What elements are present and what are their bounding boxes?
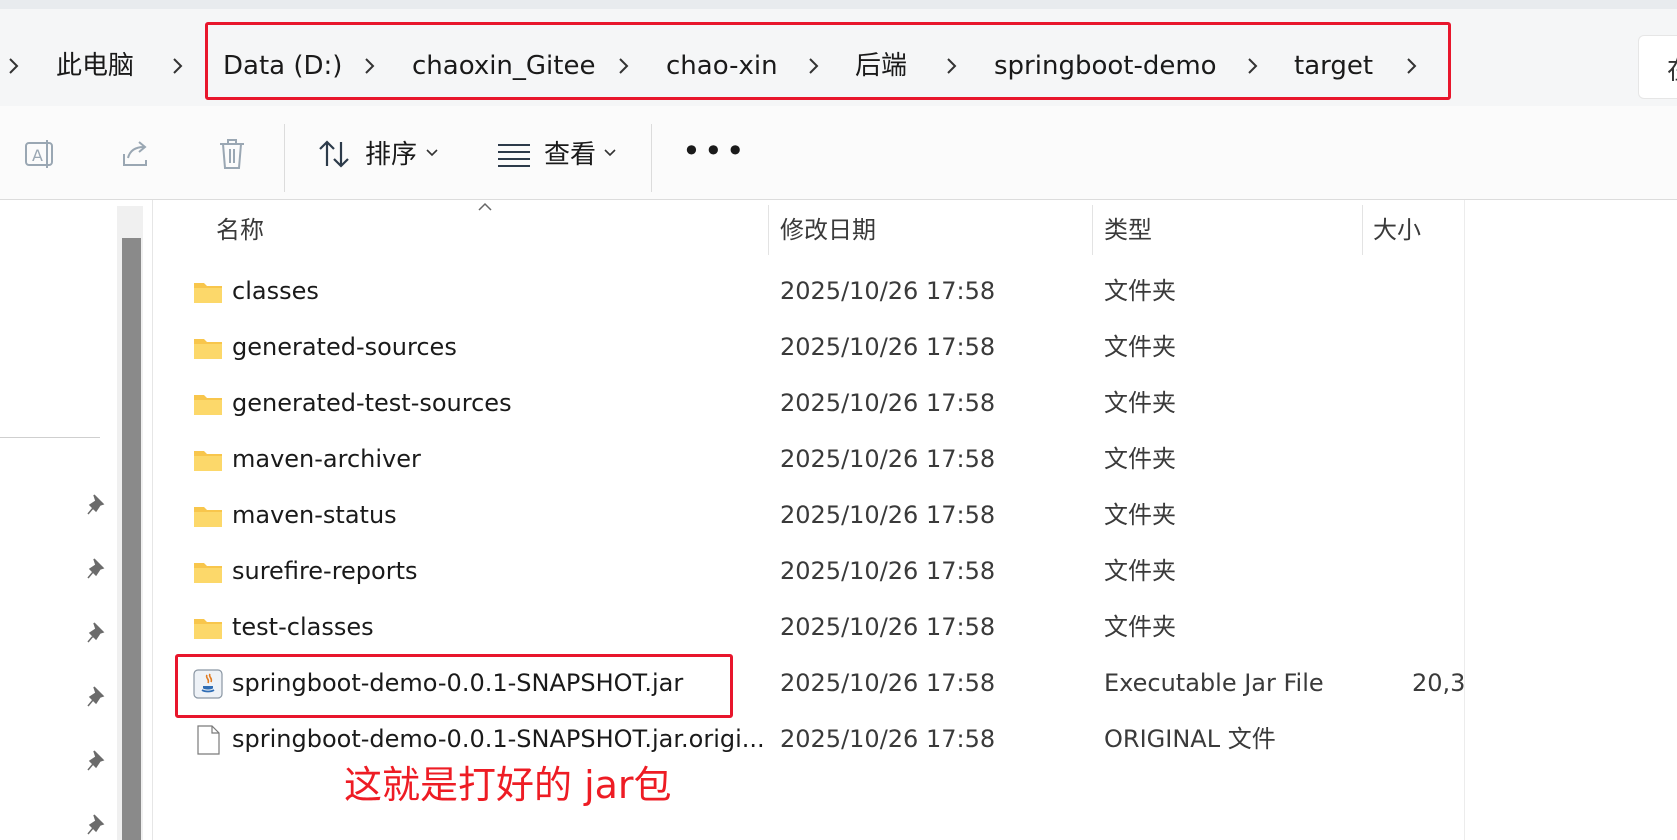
pane-divider [152, 200, 153, 840]
search-box[interactable]: 在 [1638, 35, 1677, 99]
list-item[interactable]: classes 2025/10/26 17:58 文件夹 [180, 264, 1460, 320]
list-item[interactable]: springboot-demo-0.0.1-SNAPSHOT.jar.origi… [180, 712, 1460, 768]
folder-icon [193, 557, 223, 587]
breadcrumb-this-pc[interactable]: 此电脑 [56, 49, 134, 83]
view-icon[interactable] [494, 134, 534, 174]
file-date: 2025/10/26 17:58 [780, 445, 996, 473]
column-separator[interactable] [1362, 205, 1363, 255]
pin-icon[interactable] [86, 620, 108, 644]
window-top-strip [0, 0, 1677, 9]
pin-icon[interactable] [86, 556, 108, 580]
chevron-right-icon[interactable] [168, 53, 188, 79]
file-name: generated-test-sources [232, 389, 512, 417]
list-item[interactable]: maven-archiver 2025/10/26 17:58 文件夹 [180, 432, 1460, 488]
sort-button[interactable]: 排序 [365, 138, 417, 172]
chevron-down-icon[interactable] [425, 146, 439, 160]
folder-icon [193, 277, 223, 307]
command-toolbar: A 排序 查看 ••• [0, 106, 1677, 200]
list-item[interactable]: generated-test-sources 2025/10/26 17:58 … [180, 376, 1460, 432]
view-button[interactable]: 查看 [544, 138, 596, 172]
file-date: 2025/10/26 17:58 [780, 277, 996, 305]
file-name: test-classes [232, 613, 374, 641]
toolbar-divider [651, 124, 652, 192]
file-name: springboot-demo-0.0.1-SNAPSHOT.jar.origi… [232, 725, 765, 753]
file-name: maven-archiver [232, 445, 421, 473]
list-item[interactable]: test-classes 2025/10/26 17:58 文件夹 [180, 600, 1460, 656]
rename-icon[interactable]: A [20, 134, 60, 174]
file-icon [193, 725, 223, 755]
folder-icon [193, 501, 223, 531]
file-date: 2025/10/26 17:58 [780, 669, 996, 697]
file-date: 2025/10/26 17:58 [780, 725, 996, 753]
file-name: generated-sources [232, 333, 457, 361]
folder-icon [193, 445, 223, 475]
folder-icon [193, 613, 223, 643]
list-item[interactable]: generated-sources 2025/10/26 17:58 文件夹 [180, 320, 1460, 376]
search-box-text: 在 [1667, 50, 1677, 87]
pin-icon[interactable] [86, 684, 108, 708]
file-date: 2025/10/26 17:58 [780, 613, 996, 641]
pin-icon[interactable] [86, 492, 108, 516]
column-header-type[interactable]: 类型 [1104, 213, 1152, 247]
delete-icon[interactable] [212, 134, 252, 174]
chevron-down-icon[interactable] [603, 146, 617, 160]
file-type: 文件夹 [1104, 389, 1176, 417]
column-header-name[interactable]: 名称 [216, 213, 264, 247]
file-type: 文件夹 [1104, 613, 1176, 641]
list-item[interactable]: surefire-reports 2025/10/26 17:58 文件夹 [180, 544, 1460, 600]
share-icon[interactable] [116, 134, 156, 174]
file-type: Executable Jar File [1104, 669, 1324, 697]
file-type: 文件夹 [1104, 333, 1176, 361]
pin-icon[interactable] [86, 812, 108, 836]
column-header-size[interactable]: 大小 [1373, 213, 1421, 247]
file-name: maven-status [232, 501, 397, 529]
sort-ascending-icon [477, 202, 493, 212]
file-type: 文件夹 [1104, 557, 1176, 585]
nav-scrollbar-thumb[interactable] [122, 238, 141, 840]
file-date: 2025/10/26 17:58 [780, 333, 996, 361]
file-type: 文件夹 [1104, 277, 1176, 305]
svg-text:A: A [32, 146, 43, 165]
annotation-text: 这就是打好的 jar包 [344, 763, 672, 807]
more-icon[interactable]: ••• [682, 132, 748, 170]
file-name: surefire-reports [232, 557, 418, 585]
file-type: 文件夹 [1104, 501, 1176, 529]
column-separator[interactable] [1092, 205, 1093, 255]
file-type: ORIGINAL 文件 [1104, 725, 1276, 753]
list-item[interactable]: maven-status 2025/10/26 17:58 文件夹 [180, 488, 1460, 544]
folder-icon [193, 389, 223, 419]
file-size: 20,3 [1412, 669, 1466, 697]
column-header-date[interactable]: 修改日期 [780, 213, 876, 247]
file-date: 2025/10/26 17:58 [780, 389, 996, 417]
file-date: 2025/10/26 17:58 [780, 557, 996, 585]
list-right-edge [1464, 200, 1465, 840]
file-name: classes [232, 277, 319, 305]
nav-divider [0, 437, 100, 438]
pin-icon[interactable] [86, 748, 108, 772]
chevron-right-icon[interactable] [4, 53, 24, 79]
toolbar-divider [284, 124, 285, 192]
file-date: 2025/10/26 17:58 [780, 501, 996, 529]
jar-highlight-box [175, 654, 733, 718]
sort-icon[interactable] [314, 134, 354, 174]
path-highlight-box [205, 22, 1451, 100]
column-separator[interactable] [768, 205, 769, 255]
file-type: 文件夹 [1104, 445, 1176, 473]
folder-icon [193, 333, 223, 363]
